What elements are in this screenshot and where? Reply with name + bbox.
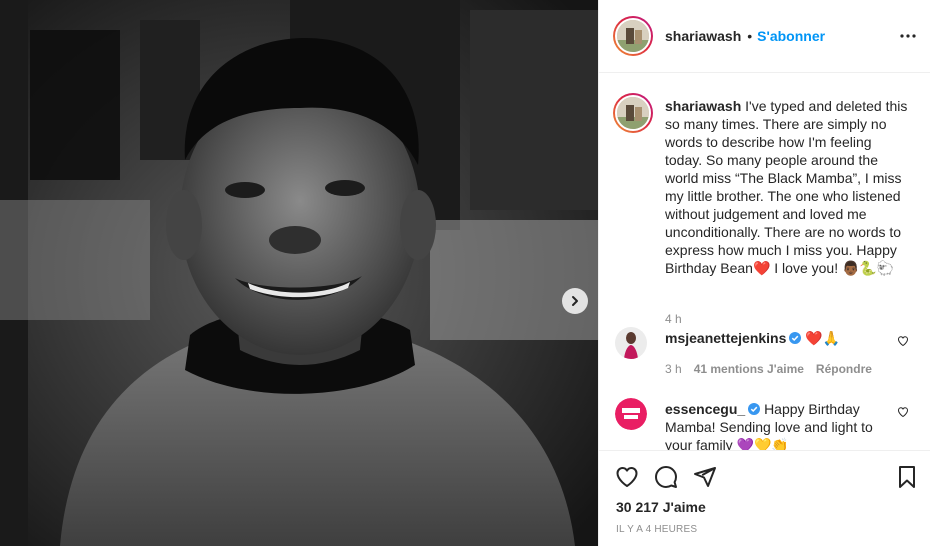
avatar-image [617, 20, 649, 52]
avatar-image [615, 327, 647, 359]
verified-badge-icon [789, 332, 802, 344]
author-username[interactable]: shariawash [665, 28, 741, 44]
likes-count[interactable]: 30 217 J'aime [616, 499, 706, 515]
comment-body: ❤️🙏 [805, 330, 841, 346]
comment-username[interactable]: essencegu_ [665, 401, 745, 417]
commenter-avatar[interactable] [615, 327, 647, 359]
reply-button[interactable]: Répondre [816, 362, 872, 376]
caption-time[interactable]: 4 h [665, 312, 682, 326]
author-avatar[interactable] [613, 16, 653, 56]
heart-icon[interactable] [615, 465, 639, 489]
comment-text: msjeanettejenkins ❤️🙏 [665, 329, 893, 347]
comment-text: essencegu_ Happy Birthday Mamba! Sending… [665, 400, 893, 450]
comment-likes[interactable]: 41 mentions J'aime [694, 362, 804, 376]
comment-username[interactable]: msjeanettejenkins [665, 330, 786, 346]
verified-badge-icon [748, 403, 761, 415]
paper-plane-icon[interactable] [693, 465, 717, 489]
post-header: shariawash • S'abonner [599, 0, 930, 73]
post-side-panel: shariawash • S'abonner shariawash I've t… [598, 0, 930, 546]
post-photo[interactable] [0, 0, 598, 546]
caption-text: shariawash I've typed and deleted this s… [665, 97, 909, 277]
comments-section[interactable]: shariawash I've typed and deleted this s… [599, 74, 930, 450]
caption-body: I've typed and deleted this so many time… [665, 98, 908, 276]
post-timestamp[interactable]: IL Y A 4 HEURES [616, 524, 697, 535]
avatar-image [617, 97, 649, 129]
avatar-image [615, 398, 647, 430]
caption-avatar[interactable] [613, 93, 653, 133]
commenter-avatar[interactable] [615, 398, 647, 430]
comment-like-icon[interactable] [897, 335, 909, 347]
comment-like-icon[interactable] [897, 406, 909, 418]
bookmark-icon[interactable] [895, 465, 919, 489]
photo-image [0, 0, 598, 546]
caption-username[interactable]: shariawash [665, 98, 741, 114]
comment-meta: 3 h 41 mentions J'aime Répondre [665, 362, 872, 376]
action-bar: 30 217 J'aime IL Y A 4 HEURES [599, 450, 930, 546]
next-photo-button[interactable] [562, 288, 588, 314]
follow-button[interactable]: S'abonner [757, 28, 825, 44]
comment-time[interactable]: 3 h [665, 362, 682, 376]
comment-icon[interactable] [654, 465, 678, 489]
action-icons [615, 465, 717, 489]
separator-dot: • [747, 28, 753, 44]
more-options-icon[interactable] [899, 26, 917, 46]
chevron-right-icon [572, 296, 578, 306]
